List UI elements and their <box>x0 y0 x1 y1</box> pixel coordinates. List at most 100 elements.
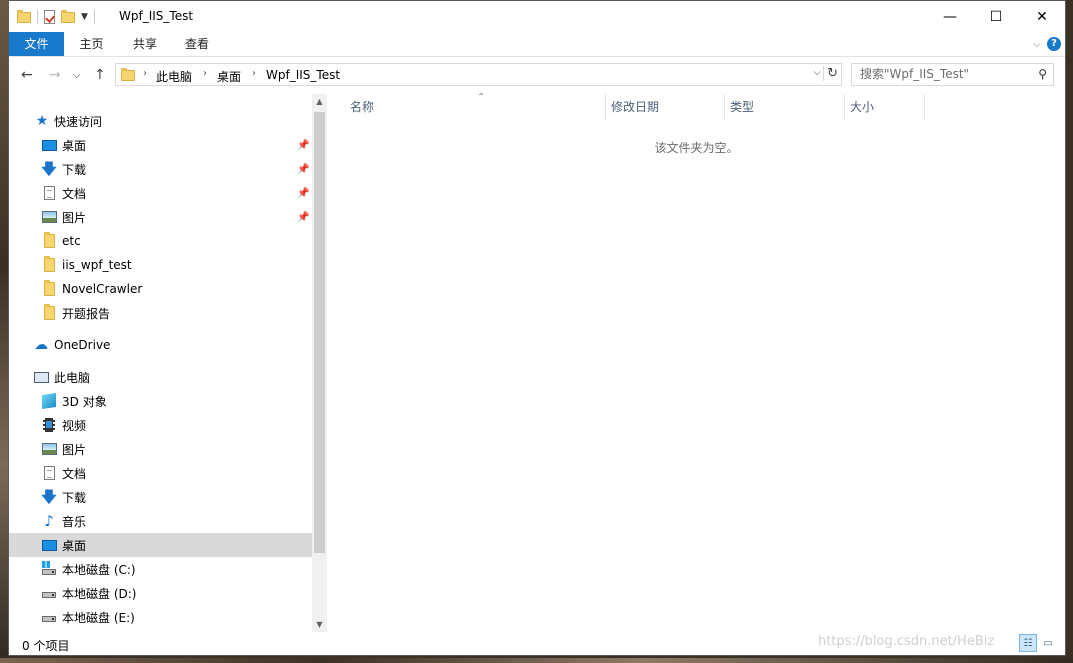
nav-label: 文档 <box>62 466 87 481</box>
document-icon <box>41 465 57 481</box>
nav-pc-videos[interactable]: 视频 <box>9 413 312 437</box>
customize-toolbar-dropdown[interactable]: ▼ <box>81 12 88 22</box>
column-header-date-modified[interactable]: 修改日期 <box>611 94 659 121</box>
back-button[interactable]: ← <box>21 67 33 83</box>
address-dropdown-icon[interactable]: ⌵ <box>813 67 821 78</box>
desktop-background-bottom <box>0 658 1073 663</box>
nav-pc-pictures[interactable]: 图片 <box>9 437 312 461</box>
nav-quick-etc[interactable]: etc <box>9 229 312 253</box>
nav-pc-desktop[interactable]: 桌面 <box>9 533 312 557</box>
close-button[interactable]: ✕ <box>1019 1 1065 32</box>
title-bar[interactable]: ▼ Wpf_IIS_Test — ☐ ✕ <box>9 1 1065 32</box>
nav-label: 桌面 <box>62 138 87 153</box>
breadcrumb-separator[interactable]: › <box>203 68 207 79</box>
search-box[interactable]: ⚲ <box>851 63 1054 86</box>
nav-quick-pictures[interactable]: 图片 📌 <box>9 205 312 229</box>
column-divider[interactable] <box>605 94 606 121</box>
pin-icon[interactable]: 📌 <box>297 188 309 199</box>
scroll-down-button[interactable]: ▼ <box>312 617 327 632</box>
large-icons-view-icon[interactable]: ▭ <box>1039 634 1057 652</box>
scrollbar-thumb[interactable] <box>314 112 325 553</box>
nav-quick-novelcrawler[interactable]: NovelCrawler <box>9 277 312 301</box>
nav-pc-downloads[interactable]: 🡇 下载 <box>9 485 312 509</box>
breadcrumb-separator[interactable]: › <box>143 68 147 79</box>
download-icon: 🡇 <box>41 488 57 506</box>
nav-pc-music[interactable]: ♪ 音乐 <box>9 509 312 533</box>
nav-quick-iis-wpf-test[interactable]: iis_wpf_test <box>9 253 312 277</box>
pictures-icon <box>41 209 57 225</box>
minimize-button[interactable]: — <box>927 1 973 32</box>
system-drive-icon <box>41 561 57 577</box>
breadcrumb-desktop[interactable]: 桌面 <box>217 68 241 85</box>
maximize-button[interactable]: ☐ <box>973 1 1019 32</box>
nav-pc-documents[interactable]: 文档 <box>9 461 312 485</box>
nav-label: 图片 <box>62 210 87 225</box>
column-header-name[interactable]: 名称 <box>350 94 374 121</box>
nav-label: 本地磁盘 (C:) <box>62 562 136 577</box>
breadcrumb-separator[interactable]: › <box>252 68 256 79</box>
tab-view[interactable]: 查看 <box>171 32 223 56</box>
folder-icon <box>41 304 57 321</box>
properties-icon[interactable] <box>44 10 55 24</box>
nav-label: 音乐 <box>62 514 87 529</box>
nav-label: 桌面 <box>62 538 87 553</box>
breadcrumb-current-folder[interactable]: Wpf_IIS_Test <box>266 68 340 82</box>
nav-pc-3d-objects[interactable]: 3D 对象 <box>9 389 312 413</box>
navigation-bar: ← → ⌵ ↑ › 此电脑 › 桌面 › Wpf_IIS_Test ⌵ ↻ ⚲ <box>9 57 1065 94</box>
scroll-up-button[interactable]: ▲ <box>312 94 327 109</box>
nav-label: iis_wpf_test <box>62 258 132 272</box>
nav-quick-access[interactable]: ★ 快速访问 <box>9 109 312 133</box>
download-icon: 🡇 <box>41 160 57 178</box>
nav-label: NovelCrawler <box>62 282 143 296</box>
address-bar[interactable]: › 此电脑 › 桌面 › Wpf_IIS_Test ⌵ ↻ <box>115 63 842 86</box>
nav-label: 图片 <box>62 442 87 457</box>
help-icon[interactable]: ? <box>1047 37 1061 51</box>
nav-pc-drive-e[interactable]: 本地磁盘 (E:) <box>9 605 312 629</box>
breadcrumb-this-pc[interactable]: 此电脑 <box>156 68 192 85</box>
column-header-type[interactable]: 类型 <box>730 94 754 121</box>
folder-icon <box>17 9 31 23</box>
pin-icon[interactable]: 📌 <box>297 212 309 223</box>
nav-quick-documents[interactable]: 文档 📌 <box>9 181 312 205</box>
search-icon[interactable]: ⚲ <box>1038 67 1047 81</box>
column-divider[interactable] <box>924 94 925 121</box>
pictures-icon <box>41 441 57 457</box>
nav-label: 视频 <box>62 418 87 433</box>
folder-icon <box>121 68 135 81</box>
details-view-icon[interactable]: ☷ <box>1019 634 1037 652</box>
navigation-pane[interactable]: ★ 快速访问 桌面 📌 🡇 下载 📌 文档 📌 图片 📌 etc iis_wpf… <box>9 94 327 632</box>
refresh-icon[interactable]: ↻ <box>823 66 838 81</box>
pin-icon[interactable]: 📌 <box>297 140 309 151</box>
window-title: Wpf_IIS_Test <box>119 9 194 23</box>
nav-quick-downloads[interactable]: 🡇 下载 📌 <box>9 157 312 181</box>
forward-button[interactable]: → <box>49 67 61 83</box>
nav-onedrive[interactable]: ☁ OneDrive <box>9 333 312 357</box>
drive-icon <box>41 609 57 625</box>
nav-label: 文档 <box>62 186 87 201</box>
nav-pc-drive-c[interactable]: 本地磁盘 (C:) <box>9 557 312 581</box>
window-controls: — ☐ ✕ <box>927 1 1065 32</box>
nav-label: 快速访问 <box>54 114 103 129</box>
expand-ribbon-icon[interactable]: ⌵ <box>1033 37 1041 51</box>
tab-share[interactable]: 共享 <box>119 32 171 56</box>
column-header-size[interactable]: 大小 <box>850 94 874 121</box>
pin-icon[interactable]: 📌 <box>297 164 309 175</box>
recent-locations-dropdown[interactable]: ⌵ <box>73 70 81 81</box>
nav-quick-desktop[interactable]: 桌面 📌 <box>9 133 312 157</box>
new-folder-icon[interactable] <box>61 9 75 23</box>
file-list[interactable]: ⌃ 名称 修改日期 类型 大小 该文件夹为空。 <box>328 92 1065 632</box>
desktop-icon <box>41 137 57 153</box>
up-button[interactable]: ↑ <box>94 67 106 83</box>
nav-pane-scrollbar[interactable]: ▲ ▼ <box>312 94 327 632</box>
star-icon: ★ <box>35 113 49 129</box>
nav-this-pc[interactable]: 此电脑 <box>9 365 312 389</box>
tab-file[interactable]: 文件 <box>9 32 64 56</box>
column-divider[interactable] <box>844 94 845 121</box>
tab-home[interactable]: 主页 <box>64 32 119 56</box>
folder-icon <box>41 232 57 249</box>
nav-quick-report[interactable]: 开题报告 <box>9 301 312 325</box>
column-divider[interactable] <box>724 94 725 121</box>
toolbar-divider <box>37 10 38 24</box>
search-input[interactable] <box>860 67 1030 81</box>
nav-pc-drive-d[interactable]: 本地磁盘 (D:) <box>9 581 312 605</box>
